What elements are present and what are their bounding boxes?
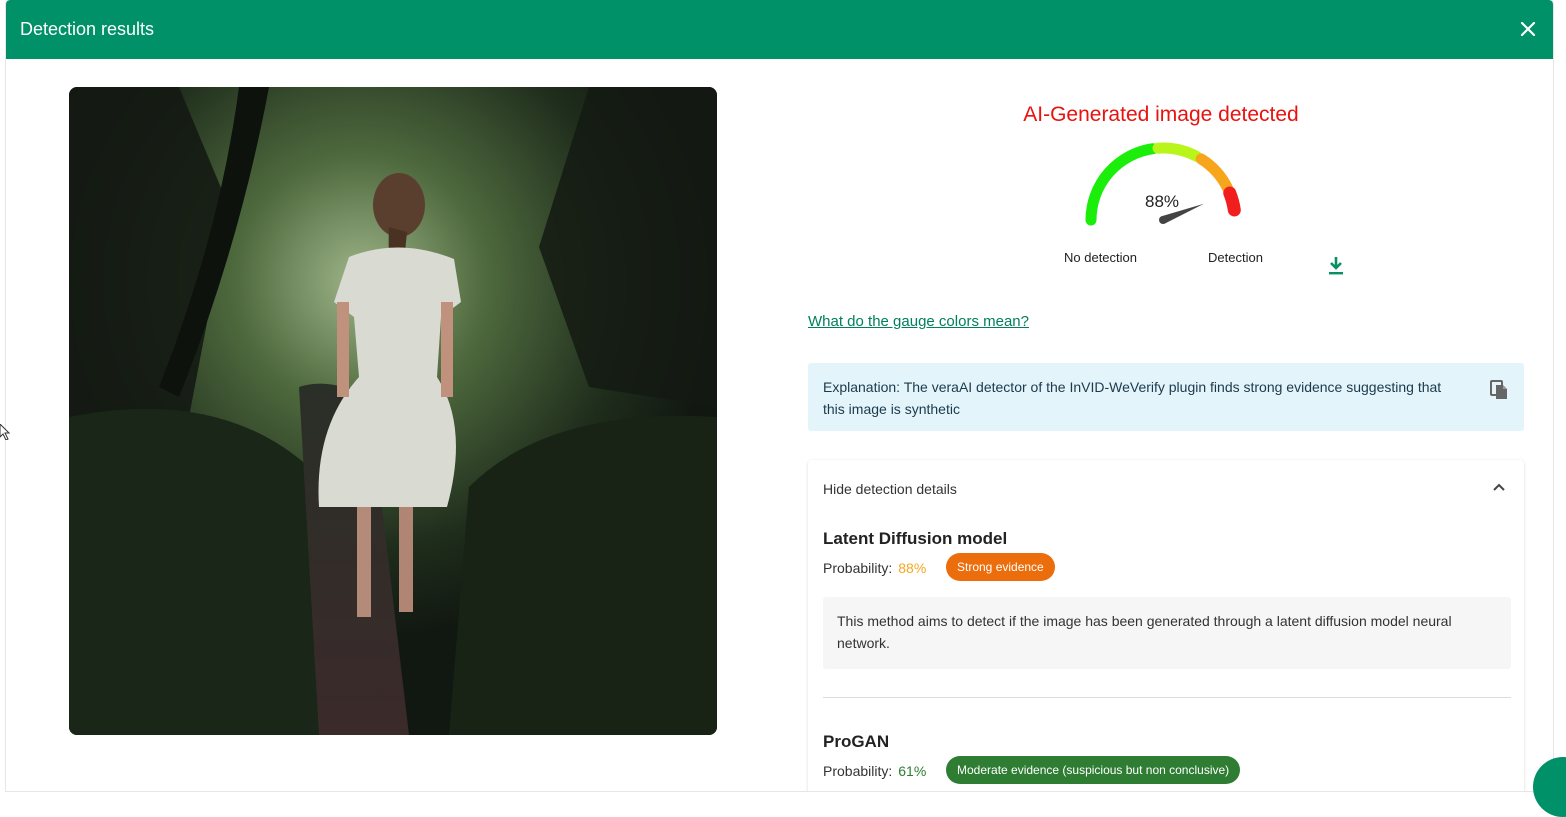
probability-value: 61%	[898, 763, 927, 779]
gauge-percentage: 88%	[1144, 192, 1180, 211]
probability-label: Probability:	[823, 560, 893, 576]
detection-gauge	[1085, 142, 1241, 226]
model-name: Latent Diffusion model	[823, 529, 1008, 548]
evidence-badge: Moderate evidence (suspicious but non co…	[946, 756, 1241, 784]
model-name: ProGAN	[823, 732, 890, 751]
evidence-badge: Strong evidence	[946, 553, 1055, 581]
divider	[823, 697, 1511, 698]
details-toggle-label: Hide detection details	[823, 481, 957, 497]
chevron-up-icon	[1493, 483, 1505, 491]
download-icon[interactable]	[1326, 255, 1346, 277]
probability-value: 88%	[898, 560, 927, 576]
explanation-box: Explanation: The veraAI detector of the …	[808, 363, 1524, 431]
detection-results-dialog: Detection results AI-Generated image det…	[6, 0, 1553, 791]
gauge-needle-hub	[1159, 216, 1167, 224]
gauge-segment	[1152, 142, 1203, 162]
gauge-segment	[1195, 153, 1234, 194]
verdict-heading: AI-Generated image detected	[1023, 103, 1299, 126]
close-icon[interactable]	[1517, 18, 1539, 40]
gauge-label-low: No detection	[1064, 250, 1137, 265]
gauge-segment	[1223, 186, 1241, 217]
mouse-cursor-icon	[0, 424, 10, 440]
explanation-text: Explanation: The veraAI detector of the …	[823, 379, 1442, 417]
detection-details-panel: Hide detection details Latent Diffusion …	[808, 460, 1524, 791]
dialog-header: Detection results	[6, 0, 1553, 59]
probability-line: Probability: 61%	[823, 763, 926, 779]
gauge-colors-help-link[interactable]: What do the gauge colors mean?	[808, 313, 1029, 330]
gauge-label-high: Detection	[1208, 250, 1263, 265]
details-toggle[interactable]: Hide detection details	[808, 460, 1524, 516]
copy-icon[interactable]	[1489, 379, 1509, 401]
dialog-title: Detection results	[20, 19, 155, 39]
probability-line: Probability: 88%	[823, 560, 926, 576]
analyzed-image	[69, 87, 717, 735]
model-description: This method aims to detect if the image …	[823, 597, 1511, 669]
model-description-text: This method aims to detect if the image …	[837, 613, 1452, 651]
probability-label: Probability:	[823, 763, 893, 779]
